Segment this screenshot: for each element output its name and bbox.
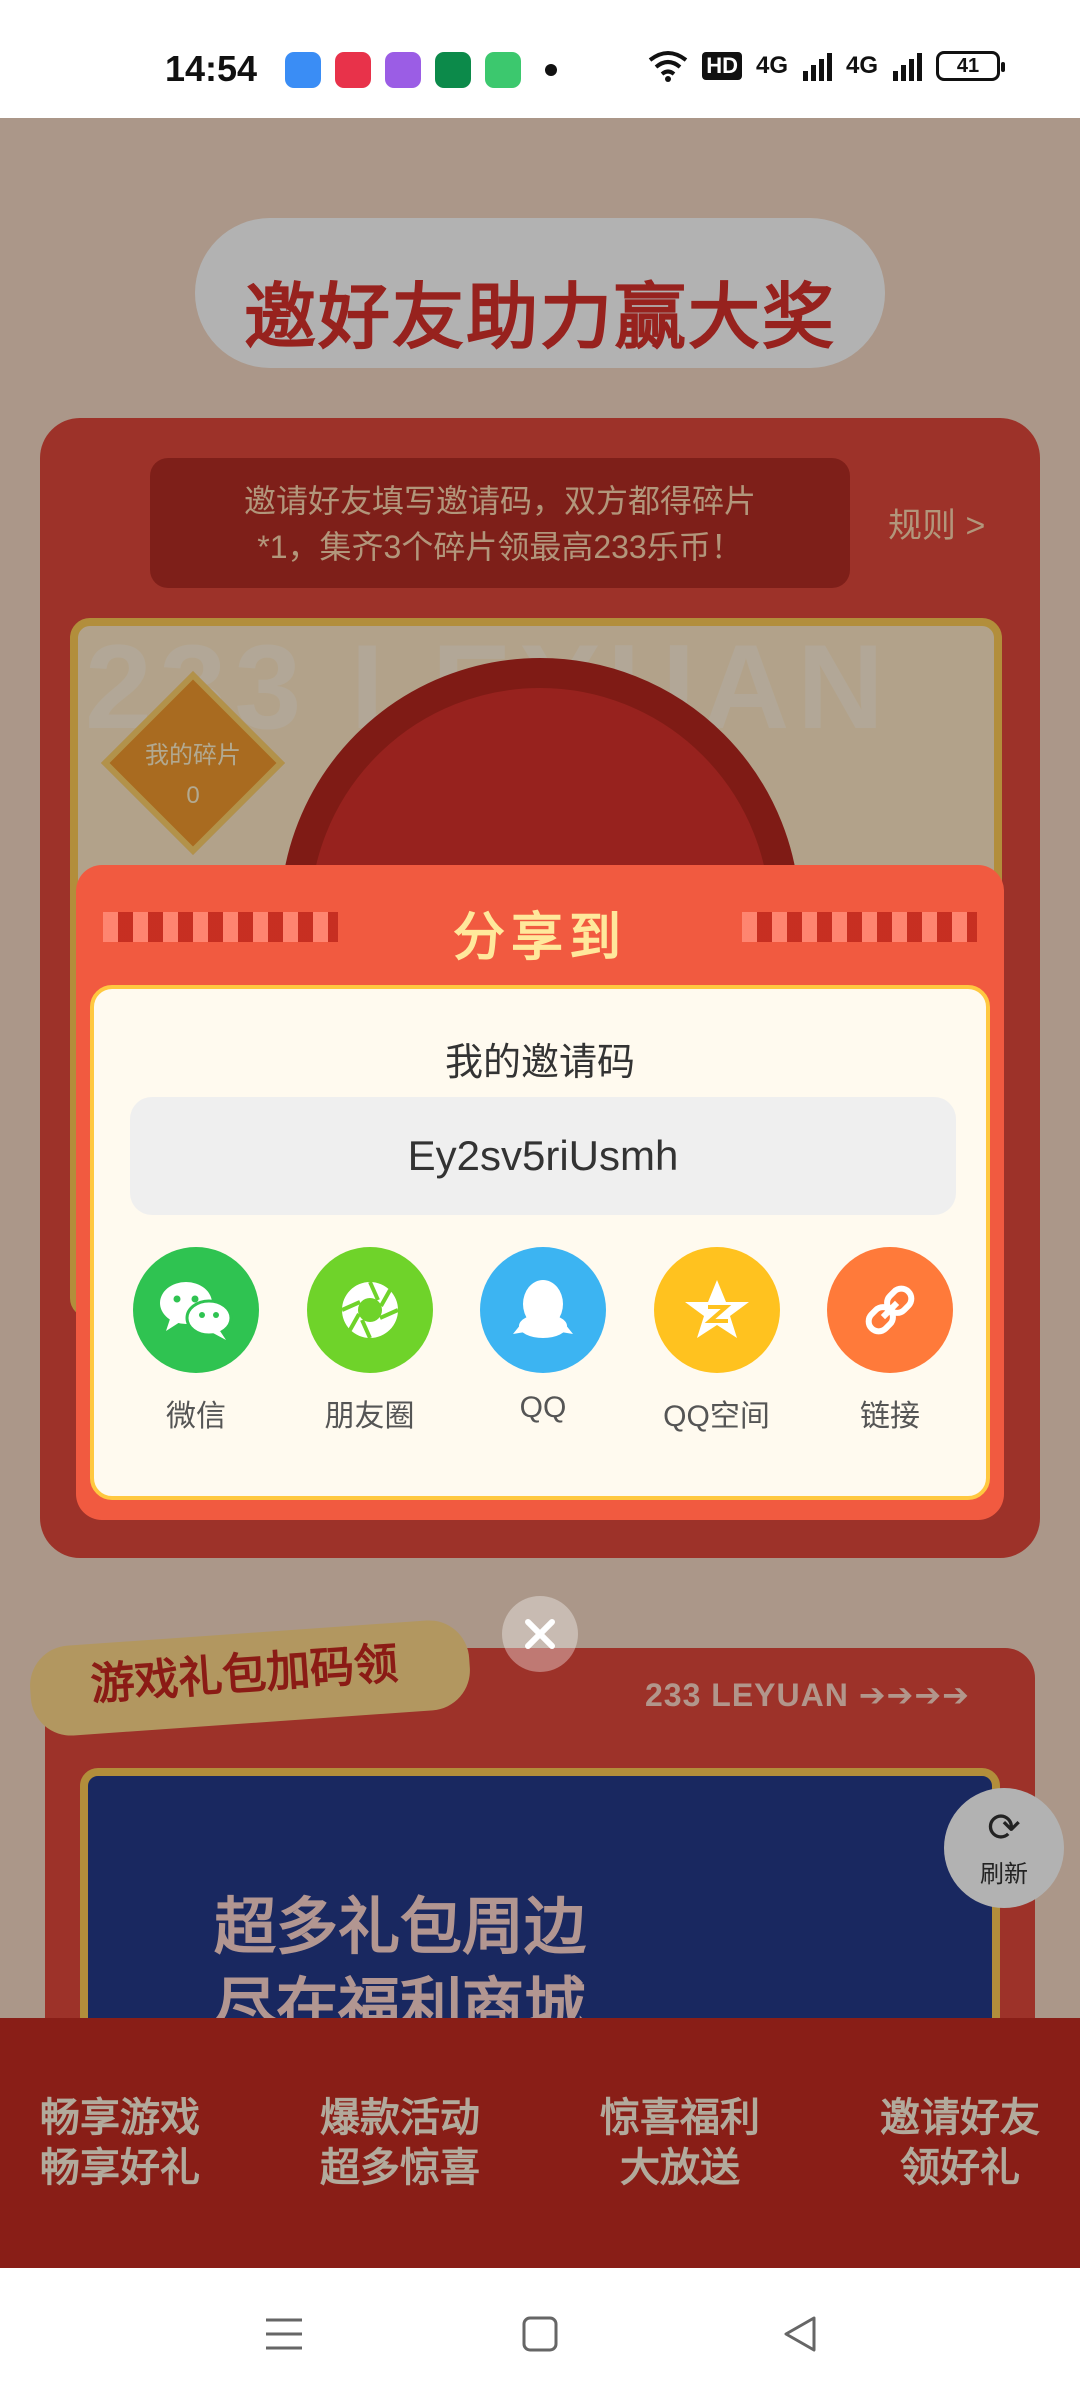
battery-icon: 41 xyxy=(936,51,1005,81)
wechat-icon xyxy=(133,1247,259,1373)
signal-icon xyxy=(802,53,832,81)
dialog-title: 分享到 xyxy=(452,909,627,967)
battery-level: 41 xyxy=(956,54,980,77)
nav-menu-button[interactable] xyxy=(254,2304,314,2364)
invite-code-field[interactable]: Ey2sv5riUsmh xyxy=(130,1097,956,1215)
dialog-content: 我的邀请码 Ey2sv5riUsmh 微信 朋友圈 QQ QQ空间 链接 xyxy=(90,985,990,1500)
invite-code-label: 我的邀请码 xyxy=(444,1042,635,1084)
more-notifications-dot xyxy=(545,64,557,76)
share-moments-button[interactable]: 朋友圈 xyxy=(290,1247,450,1435)
share-link-button[interactable]: 链接 xyxy=(810,1247,970,1435)
share-qzone-button[interactable]: QQ空间 xyxy=(637,1247,797,1435)
qzone-icon xyxy=(653,1247,780,1373)
share-option-label: QQ空间 xyxy=(663,1400,770,1433)
share-wechat-button[interactable]: 微信 xyxy=(116,1247,276,1435)
system-nav-bar xyxy=(0,2268,1080,2400)
share-options: 微信 朋友圈 QQ QQ空间 链接 xyxy=(116,1247,970,1435)
share-option-label: 微信 xyxy=(166,1400,226,1433)
link-icon xyxy=(827,1247,953,1373)
signal-icon xyxy=(893,53,922,81)
share-option-label: QQ xyxy=(519,1391,567,1424)
home-icon xyxy=(522,2316,558,2352)
notification-app-icon xyxy=(335,52,371,88)
notification-app-icon xyxy=(485,52,521,88)
invite-code-value: Ey2sv5riUsmh xyxy=(407,1132,679,1179)
nav-home-button[interactable] xyxy=(510,2304,570,2364)
menu-icon xyxy=(266,2318,302,2350)
status-time: 14:54 xyxy=(165,48,258,89)
status-bar: 14:54 HD 4G 4G 41 xyxy=(0,0,1080,118)
hd-badge: HD xyxy=(702,52,742,80)
nav-back-button[interactable] xyxy=(770,2304,830,2364)
close-dialog-button[interactable] xyxy=(502,1596,578,1672)
share-dialog: 分享到 我的邀请码 Ey2sv5riUsmh 微信 朋友圈 QQ QQ空间 链接 xyxy=(76,865,1004,1520)
moments-icon xyxy=(306,1247,433,1373)
notification-app-icon xyxy=(385,52,421,88)
status-indicators: HD 4G 4G 41 xyxy=(648,50,1005,82)
wifi-icon xyxy=(648,51,688,82)
share-qq-button[interactable]: QQ xyxy=(463,1247,623,1435)
share-option-label: 朋友圈 xyxy=(324,1400,415,1433)
status-app-icons xyxy=(285,52,557,88)
back-icon xyxy=(784,2316,816,2352)
signal-4g-label: 4G xyxy=(755,52,788,79)
share-option-label: 链接 xyxy=(860,1400,920,1433)
signal-4g-label: 4G xyxy=(845,52,878,79)
notification-app-icon xyxy=(435,52,471,88)
close-icon xyxy=(525,1619,555,1649)
notification-app-icon xyxy=(285,52,321,88)
qq-icon xyxy=(480,1247,606,1373)
